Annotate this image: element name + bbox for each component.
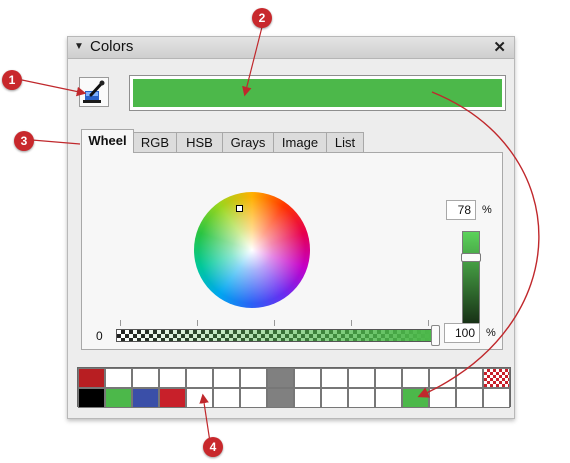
tab-wheel[interactable]: Wheel [81,129,134,153]
callout-badge-1: 1 [2,70,22,90]
callout-line-1 [21,79,87,97]
callout-line-3 [31,139,81,145]
callout-badge-3: 3 [14,131,34,151]
swatch-move-arrow [417,91,540,398]
callout-badge-2: 2 [252,8,272,28]
callout-arrows [21,26,540,443]
callout-line-4 [199,393,211,443]
callout-line-2 [242,26,263,97]
callout-badge-4: 4 [203,437,223,457]
